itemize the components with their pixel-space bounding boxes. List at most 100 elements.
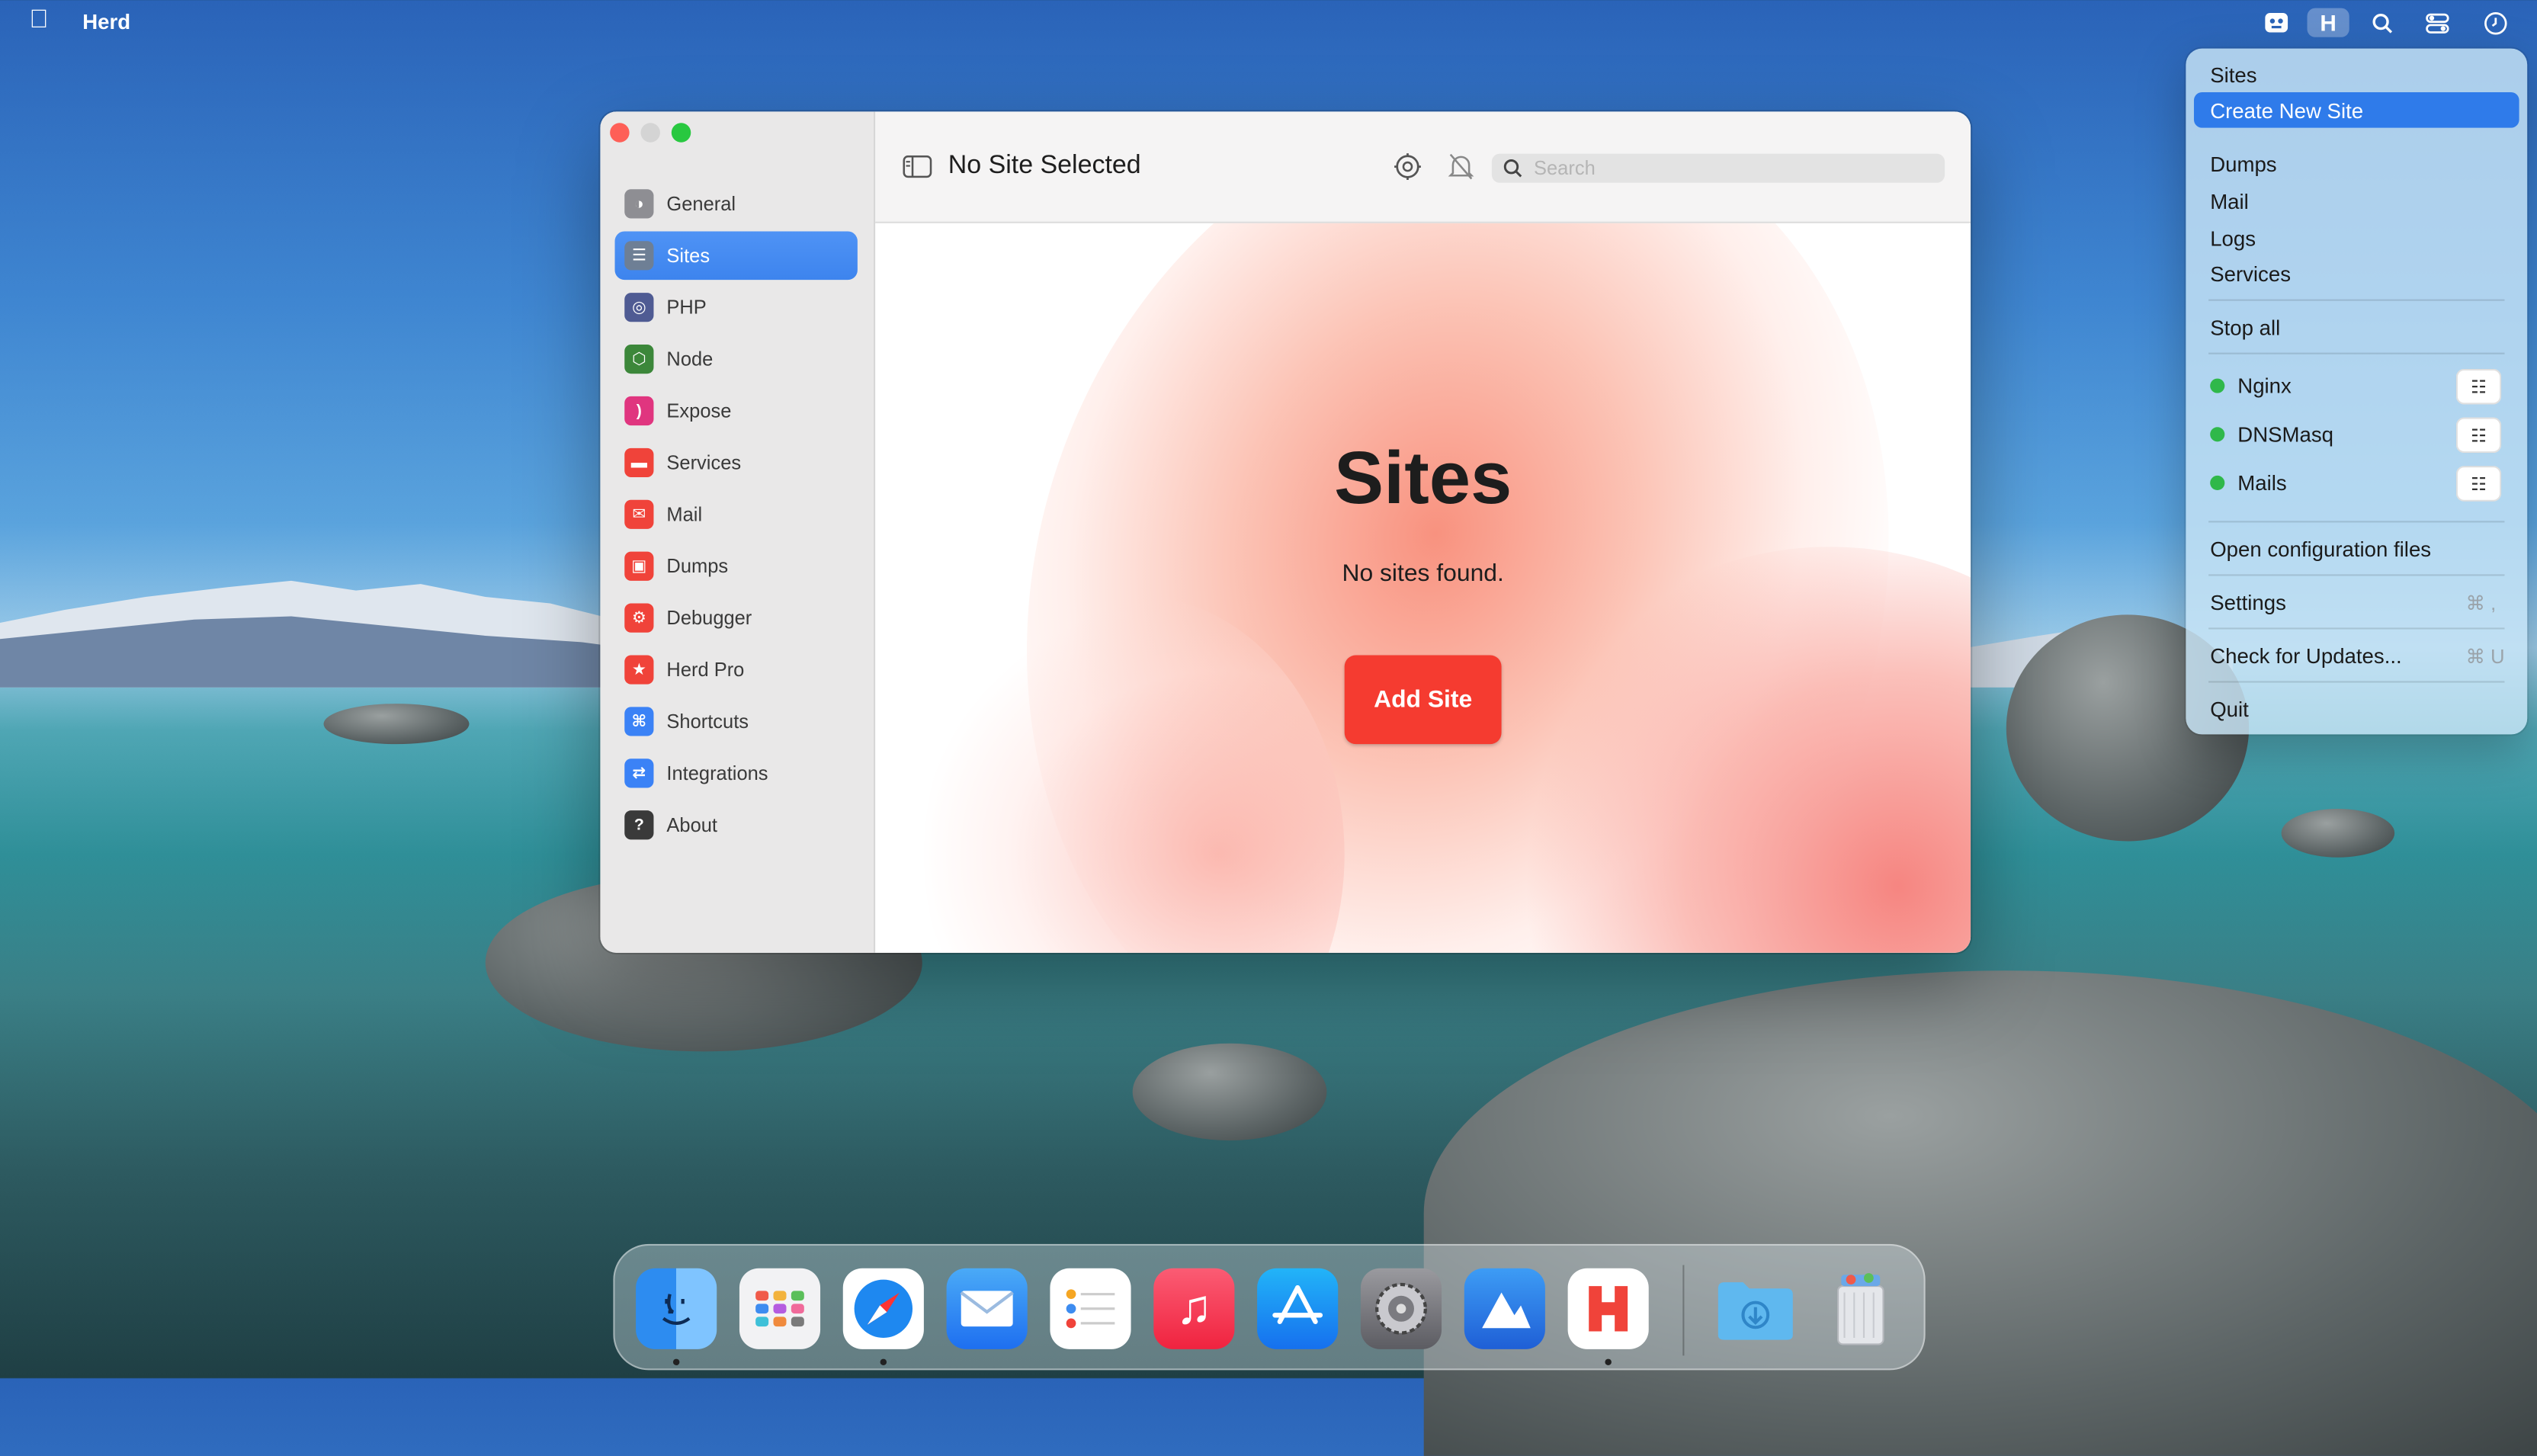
sidebar-item-node[interactable]: ⬡ Node — [615, 335, 858, 383]
debugger-icon: ⚙ — [624, 603, 654, 633]
launchpad-icon[interactable] — [739, 1268, 821, 1349]
menu-item-stop-all[interactable]: Stop all — [2210, 316, 2280, 340]
sidebar-item-label: Node — [666, 348, 714, 370]
view-log-button[interactable]: ☷ — [2455, 417, 2502, 454]
menu-separator — [2208, 521, 2505, 523]
finder-icon[interactable] — [636, 1268, 717, 1349]
service-name[interactable]: Nginx — [2237, 374, 2292, 398]
menu-item-create-new-site[interactable]: Create New Site — [2210, 98, 2363, 123]
sidebar-item-dumps[interactable]: ▣ Dumps — [615, 542, 858, 591]
menu-separator — [2208, 352, 2505, 354]
sidebar-item-label: Services — [666, 451, 742, 474]
downloads-folder-icon[interactable] — [1715, 1268, 1796, 1349]
status-running-icon — [2210, 378, 2225, 393]
sidebar-item-about[interactable]: ? About — [615, 800, 858, 849]
rock — [323, 704, 470, 745]
view-log-button[interactable]: ☷ — [2455, 368, 2502, 405]
sidebar-item-debugger[interactable]: ⚙ Debugger — [615, 594, 858, 643]
integrations-icon: ⇄ — [624, 758, 654, 788]
menu-item-mail[interactable]: Mail — [2210, 189, 2249, 213]
sidebar-item-sites[interactable]: ☰ Sites — [614, 231, 858, 281]
general-icon: ◑ — [624, 189, 654, 219]
zoom-window-button[interactable] — [671, 123, 691, 143]
affinity-icon[interactable] — [1464, 1268, 1545, 1349]
sidebar-item-herd-pro[interactable]: ★ Herd Pro — [615, 646, 858, 694]
shortcuts-icon: ⌘ — [624, 707, 654, 736]
service-name[interactable]: DNSMasq — [2237, 422, 2333, 447]
sidebar-item-label: Sites — [666, 244, 710, 268]
menu-item-sites[interactable]: Sites — [2210, 63, 2256, 88]
safari-icon[interactable] — [842, 1268, 924, 1349]
menu-item-check-updates[interactable]: Check for Updates... — [2210, 644, 2402, 669]
sidebar-item-label: General — [666, 192, 736, 216]
menu-item-settings[interactable]: Settings — [2210, 591, 2286, 615]
herd-status-menu: Sites Create New Site Dumps Mail Logs Se… — [2186, 48, 2528, 735]
sidebar: ◑ General ☰ Sites ◎ PHP ⬡ Node) Expose ▬ Services ✉… — [600, 111, 876, 953]
music-icon[interactable]: ♫ — [1153, 1268, 1235, 1349]
mail-icon[interactable] — [946, 1268, 1028, 1349]
sidebar-item-services[interactable]: ▬ Services — [615, 438, 858, 487]
app-name[interactable]: Herd — [82, 10, 130, 34]
sidebar-item-label: Shortcuts — [666, 710, 749, 733]
system-settings-icon[interactable] — [1360, 1268, 1442, 1349]
sidebar-item-mail[interactable]: ✉ Mail — [615, 490, 858, 539]
sidebar-item-expose[interactable]: ) Expose — [615, 386, 858, 435]
running-indicator — [1605, 1358, 1612, 1366]
menu-separator — [2208, 574, 2505, 576]
document-icon: ☷ — [2471, 474, 2487, 495]
trash-icon[interactable] — [1820, 1268, 1901, 1349]
herd-icon[interactable] — [1567, 1268, 1649, 1349]
reminders-icon[interactable] — [1050, 1268, 1131, 1349]
dumps-icon: ▣ — [624, 551, 654, 581]
search-input[interactable]: Search — [1491, 153, 1945, 183]
menu-item-dumps[interactable]: Dumps — [2210, 152, 2276, 176]
sidebar-item-php[interactable]: ◎ PHP — [615, 283, 858, 332]
sidebar-item-label: Herd Pro — [666, 658, 745, 681]
menu-item-quit[interactable]: Quit — [2210, 698, 2249, 722]
herd-icon[interactable]: H — [2307, 8, 2349, 37]
sidebar-item-general[interactable]: ◑ General — [615, 180, 858, 229]
minimize-window-button[interactable] — [640, 123, 660, 143]
sidebar-item-label: Expose — [666, 399, 732, 422]
sidebar-item-label: PHP — [666, 296, 707, 319]
toolbar: No Site Selected Search — [875, 111, 1971, 223]
expose-icon: ) — [624, 396, 654, 426]
add-site-button[interactable]: Add Site — [1344, 655, 1502, 745]
menu-item-open-config[interactable]: Open configuration files — [2210, 537, 2431, 562]
sites-content: Sites No sites found. Add Site — [875, 223, 1971, 953]
sidebar-item-label: Debugger — [666, 606, 752, 630]
services-icon: ▬ — [624, 447, 654, 478]
sidebar-toggle-icon[interactable] — [903, 155, 932, 186]
page-title: No Site Selected — [948, 152, 1141, 180]
menu-item-services[interactable]: Services — [2210, 262, 2291, 287]
app-store-icon[interactable] — [1257, 1268, 1339, 1349]
sidebar-item-shortcuts[interactable]: ⌘ Shortcuts — [615, 698, 858, 746]
rock — [2281, 809, 2395, 858]
control-center-icon[interactable] — [2422, 8, 2451, 37]
node-icon: ⬡ — [624, 345, 654, 374]
menubar-app-icon[interactable] — [2262, 8, 2291, 37]
close-window-button[interactable] — [610, 123, 630, 143]
dock: ♫ — [613, 1243, 1926, 1371]
clock-icon[interactable] — [2481, 8, 2510, 37]
settings-shortcut: ⌘ , — [2465, 592, 2497, 615]
settings-icon[interactable] — [1393, 152, 1422, 189]
search-placeholder: Search — [1534, 156, 1596, 180]
search-icon[interactable] — [2367, 8, 2396, 37]
check-updates-shortcut: ⌘ U — [2465, 645, 2505, 669]
service-name[interactable]: Mails — [2237, 471, 2286, 495]
sidebar-item-integrations[interactable]: ⇄ Integrations — [615, 749, 858, 798]
about-icon: ? — [624, 810, 654, 840]
status-running-icon — [2210, 475, 2225, 490]
document-icon: ☷ — [2471, 377, 2487, 397]
view-log-button[interactable]: ☷ — [2455, 466, 2502, 502]
php-icon: ◎ — [624, 293, 654, 322]
apple-icon[interactable]:  — [29, 6, 48, 35]
status-running-icon — [2210, 427, 2225, 442]
notifications-off-icon[interactable] — [1448, 152, 1474, 189]
menu-item-logs[interactable]: Logs — [2210, 226, 2256, 251]
menu-separator — [2208, 681, 2505, 683]
sidebar-item-label: About — [666, 813, 717, 837]
rock — [1132, 1043, 1327, 1141]
document-icon: ☷ — [2471, 426, 2487, 446]
